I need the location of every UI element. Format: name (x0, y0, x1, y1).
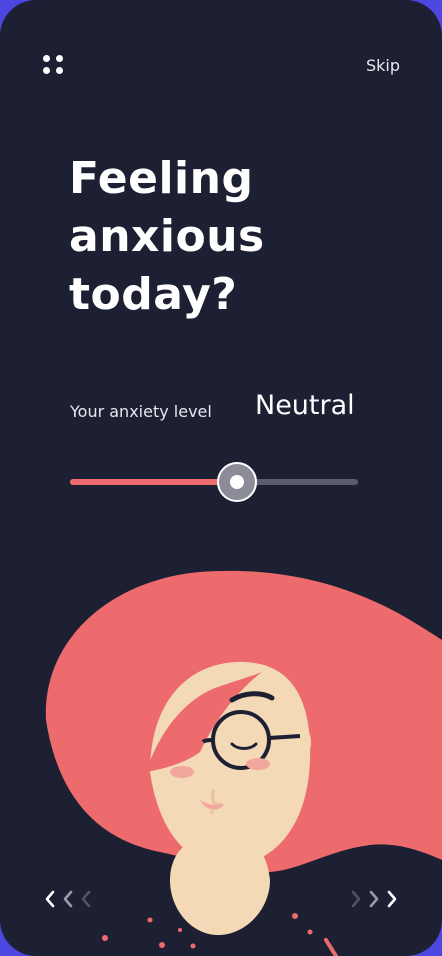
woman-with-glasses-illustration (45, 570, 442, 956)
chevrons-right-icon[interactable] (350, 890, 398, 908)
chevrons-left-icon[interactable] (44, 890, 92, 908)
phone-screen: Skip Feeling anxious today? Your anxiety… (0, 0, 442, 956)
